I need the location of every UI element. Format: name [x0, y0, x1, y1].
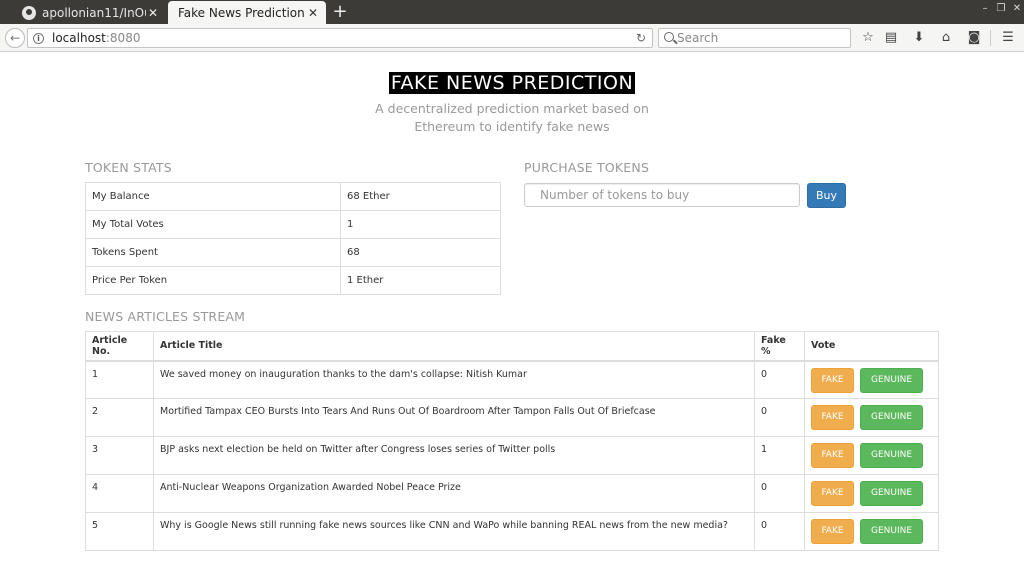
page-subtitle: A decentralized prediction market based … — [375, 101, 649, 134]
vote-genuine-button[interactable]: GENUINE — [860, 481, 923, 506]
stat-value: 68 Ether — [340, 182, 501, 211]
article-number: 4 — [85, 474, 154, 513]
stat-label: My Balance — [85, 182, 341, 211]
info-icon[interactable]: i — [33, 33, 44, 44]
vote-fake-button[interactable]: FAKE — [811, 481, 854, 506]
column-header-article-no: Article No. — [85, 331, 154, 362]
buy-button[interactable]: Buy — [807, 183, 846, 208]
vote-fake-button[interactable]: FAKE — [811, 405, 854, 430]
menu-icon[interactable]: ☰ — [999, 29, 1017, 47]
window-close-icon[interactable]: ✕ — [1010, 2, 1024, 16]
new-tab-button[interactable]: + — [331, 2, 349, 22]
article-number: 1 — [85, 360, 154, 399]
article-title: We saved money on inauguration thanks to… — [153, 360, 755, 399]
vote-cell: FAKE GENUINE — [804, 360, 939, 399]
vote-cell: FAKE GENUINE — [804, 398, 939, 437]
table-row: Tokens Spent 68 — [85, 238, 501, 267]
download-icon[interactable]: ⬇ — [910, 29, 928, 47]
vote-fake-button[interactable]: FAKE — [811, 367, 854, 393]
back-arrow-icon[interactable]: ← — [5, 28, 25, 48]
stat-value: 68 — [340, 238, 501, 267]
vote-genuine-button[interactable]: GENUINE — [860, 443, 923, 468]
article-title: Mortified Tampax CEO Bursts Into Tears A… — [153, 398, 755, 437]
table-row: 5 Why is Google News still running fake … — [85, 512, 939, 551]
page-title-wrap: FAKE NEWS PREDICTION — [0, 72, 1024, 94]
fake-percent: 0 — [754, 360, 805, 399]
article-title: Anti-Nuclear Weapons Organization Awarde… — [153, 474, 755, 513]
tab-title: Fake News Prediction — [178, 5, 305, 20]
close-icon[interactable]: ✕ — [306, 6, 320, 20]
minimize-icon[interactable]: – — [978, 2, 992, 16]
fake-percent: 0 — [754, 512, 805, 551]
github-icon — [22, 5, 36, 20]
table-row: My Balance 68 Ether — [85, 182, 501, 211]
reload-icon[interactable]: ↻ — [636, 31, 646, 46]
column-header-vote: Vote — [804, 331, 939, 362]
vote-cell: FAKE GENUINE — [804, 474, 939, 513]
table-header-row: Article No. Article Title Fake % Vote — [85, 331, 939, 362]
browser-titlebar: apollonian11/InOut… ✕ Fake News Predicti… — [0, 0, 1024, 24]
article-number: 2 — [85, 398, 154, 437]
search-placeholder: Search — [677, 31, 719, 45]
article-number: 5 — [85, 512, 154, 551]
stat-label: My Total Votes — [85, 210, 341, 239]
table-row: My Total Votes 1 — [85, 210, 501, 239]
purchase-tokens-heading: PURCHASE TOKENS — [524, 160, 650, 175]
table-row: 3 BJP asks next election be held on Twit… — [85, 436, 939, 475]
fake-percent: 0 — [754, 398, 805, 437]
vote-genuine-button[interactable]: GENUINE — [860, 367, 923, 393]
stat-value: 1 — [340, 210, 501, 239]
news-stream-heading: NEWS ARTICLES STREAM — [85, 309, 246, 324]
news-articles-table: Article No. Article Title Fake % Vote 1 … — [85, 331, 939, 551]
table-row: Price Per Token 1 Ether — [85, 266, 501, 295]
vote-cell: FAKE GENUINE — [804, 436, 939, 475]
table-row: 1 We saved money on inauguration thanks … — [85, 360, 939, 399]
fake-percent: 0 — [754, 474, 805, 513]
column-header-article-title: Article Title — [153, 331, 755, 362]
token-quantity-input[interactable] — [524, 183, 800, 207]
article-title: Why is Google News still running fake ne… — [153, 512, 755, 551]
column-header-fake-percent: Fake % — [754, 331, 805, 362]
tab-title: apollonian11/InOut… — [42, 5, 146, 20]
vote-genuine-button[interactable]: GENUINE — [860, 405, 923, 430]
article-title: BJP asks next election be held on Twitte… — [153, 436, 755, 475]
fake-percent: 1 — [754, 436, 805, 475]
vote-fake-button[interactable]: FAKE — [811, 519, 854, 544]
url-text: localhost:8080 — [52, 31, 141, 45]
reading-list-icon[interactable]: ▤ — [882, 29, 900, 47]
toolbar-divider — [990, 30, 991, 46]
token-stats-heading: TOKEN STATS — [85, 160, 172, 175]
tab-github[interactable]: apollonian11/InOut… ✕ — [12, 1, 166, 24]
browser-navbar: ← i localhost:8080 ↻ Search ☆ ▤ ⬇ ⌂ ◙ ☰ — [0, 24, 1024, 52]
token-stats-table: My Balance 68 Ether My Total Votes 1 Tok… — [85, 182, 501, 295]
vote-cell: FAKE GENUINE — [804, 512, 939, 551]
close-icon[interactable]: ✕ — [146, 6, 160, 20]
stat-value: 1 Ether — [340, 266, 501, 295]
vote-genuine-button[interactable]: GENUINE — [860, 519, 923, 544]
search-icon — [664, 32, 674, 42]
table-row: 2 Mortified Tampax CEO Bursts Into Tears… — [85, 398, 939, 437]
pocket-icon[interactable]: ◙ — [965, 29, 983, 47]
search-input[interactable]: Search — [658, 28, 851, 48]
url-bar[interactable]: i localhost:8080 ↻ — [27, 28, 653, 48]
stat-label: Tokens Spent — [85, 238, 341, 267]
article-number: 3 — [85, 436, 154, 475]
vote-fake-button[interactable]: FAKE — [811, 443, 854, 468]
bookmark-star-icon[interactable]: ☆ — [859, 29, 877, 47]
home-icon[interactable]: ⌂ — [937, 29, 955, 47]
stat-label: Price Per Token — [85, 266, 341, 295]
table-row: 4 Anti-Nuclear Weapons Organization Awar… — [85, 474, 939, 513]
page-title: FAKE NEWS PREDICTION — [388, 72, 636, 94]
restore-icon[interactable]: ❐ — [994, 2, 1008, 16]
tab-fake-news-prediction[interactable]: Fake News Prediction ✕ — [168, 1, 326, 24]
